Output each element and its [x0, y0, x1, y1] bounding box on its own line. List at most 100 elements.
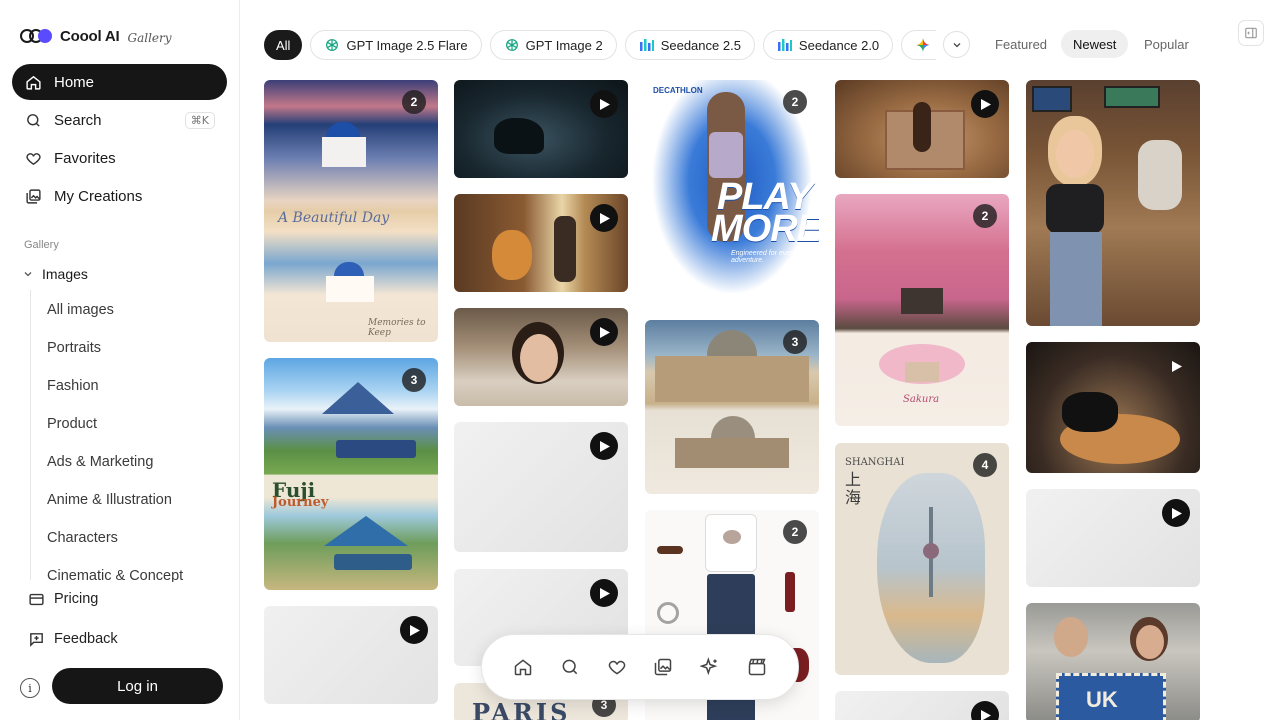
nav-favorites-label: Favorites [54, 149, 116, 167]
gallery-tile[interactable]: 3 [645, 320, 819, 494]
person-shape [913, 102, 931, 152]
brand-label: DECATHLON [653, 86, 703, 95]
sparkle-icon [699, 657, 718, 676]
gallery-tile[interactable] [1026, 80, 1200, 326]
gallery-tile-video[interactable] [835, 80, 1009, 178]
basilica-shape [675, 438, 789, 468]
chip-all[interactable]: All [264, 30, 303, 60]
chip-label: GPT Image 2.5 Flare [346, 37, 468, 53]
feedback-icon [28, 630, 46, 648]
gallery-tile[interactable]: Sakura 2 [835, 194, 1009, 426]
nav-search[interactable]: Search ⌘K [12, 102, 227, 138]
house-shape [322, 137, 366, 167]
app-name: Coool AI [60, 27, 120, 45]
login-button[interactable]: Log in [52, 668, 223, 704]
sunglasses-shape [657, 546, 683, 554]
gallery-tile-video-loading[interactable] [264, 606, 438, 704]
bars-icon [777, 37, 793, 53]
nav-search-label: Search [54, 111, 102, 129]
dock-home-button[interactable] [511, 655, 535, 679]
dock-create-video-button[interactable] [745, 655, 769, 679]
app-section: Gallery [127, 30, 172, 45]
gallery-tile-video[interactable] [454, 308, 628, 406]
more-models-button[interactable] [943, 31, 970, 58]
chip-seedance-25[interactable]: Seedance 2.5 [624, 30, 755, 60]
chip-gemini[interactable] [901, 30, 936, 60]
nav-pricing[interactable]: Pricing [28, 590, 98, 608]
subnav-item[interactable]: Ads & Marketing [47, 454, 153, 470]
print-shape [723, 530, 741, 544]
search-shortcut: ⌘K [184, 112, 215, 129]
tile-caption: Sakura [903, 394, 940, 405]
home-icon [24, 73, 42, 91]
gallery-tile-video[interactable] [1026, 342, 1200, 473]
gallery-icon [655, 658, 672, 676]
dock-favorites-button[interactable] [605, 655, 629, 679]
dock-search-button[interactable] [558, 655, 582, 679]
dock-creations-button[interactable] [651, 655, 675, 679]
gallery-tile[interactable]: UK [1026, 603, 1200, 720]
sort-popular[interactable]: Popular [1132, 30, 1201, 58]
chevron-down-icon [953, 42, 960, 47]
gallery-tile[interactable]: SHANGHAI 上海 4 [835, 443, 1009, 675]
chip-seedance-20[interactable]: Seedance 2.0 [762, 30, 894, 60]
gate-shape [905, 362, 939, 382]
sort-newest[interactable]: Newest [1061, 30, 1129, 58]
gallery-tile[interactable]: A Beautiful Day Memories to Keep 2 [264, 80, 438, 342]
dock-create-image-button[interactable] [698, 655, 722, 679]
creature-shape [494, 118, 544, 154]
gallery-tile[interactable]: Fuji Journey 3 [264, 358, 438, 590]
subnav-item[interactable]: Portraits [47, 340, 101, 356]
subnav-item[interactable]: Characters [47, 530, 118, 546]
gallery-section-label: Gallery [24, 239, 59, 251]
gallery-tile[interactable]: DECATHLON PLAY MORE. Engineered for ever… [645, 80, 819, 304]
nav-pricing-label: Pricing [54, 591, 99, 607]
play-icon [1162, 352, 1190, 380]
gemini-star-icon [915, 37, 931, 53]
openai-icon [504, 37, 520, 53]
bars-icon [639, 37, 655, 53]
gallery-tile-video-loading[interactable] [835, 691, 1009, 720]
nav-my-creations-label: My Creations [54, 187, 143, 205]
gallery-tile-video[interactable] [454, 80, 628, 178]
tile-title: UK [1086, 687, 1118, 712]
play-icon [590, 432, 618, 460]
image-count-badge: 2 [402, 90, 426, 114]
gallery-tile-video-loading[interactable] [454, 422, 628, 552]
tv-shape [1104, 86, 1160, 108]
info-icon[interactable]: i [20, 678, 40, 698]
gate-shape [901, 288, 943, 314]
subnav-item[interactable]: Product [47, 416, 97, 432]
subnav-item[interactable]: All images [47, 302, 114, 318]
top-shape [1046, 184, 1104, 234]
images-group-toggle[interactable]: Images [22, 266, 88, 282]
nav-my-creations[interactable]: My Creations [12, 178, 227, 214]
tower-sphere-shape [923, 543, 939, 559]
gallery-tile-video-loading[interactable] [1026, 489, 1200, 587]
nav-feedback-label: Feedback [54, 631, 118, 647]
nav-feedback[interactable]: Feedback [28, 630, 118, 648]
tile-title: PARIS [472, 698, 571, 720]
vest-shape [709, 132, 743, 178]
subnav-item[interactable]: Anime & Illustration [47, 492, 172, 508]
cat-shape [492, 230, 532, 280]
collapse-panel-button[interactable] [1238, 20, 1264, 46]
tv-shape [1032, 86, 1072, 112]
basilica-shape [655, 356, 809, 402]
play-icon [590, 318, 618, 346]
logo-mark-icon [20, 26, 54, 46]
search-icon [24, 111, 42, 129]
chip-gpt-image-25-flare[interactable]: GPT Image 2.5 Flare [310, 30, 482, 60]
chip-label: All [276, 37, 291, 53]
subnav-item[interactable]: Fashion [47, 378, 99, 394]
play-icon [400, 616, 428, 644]
nav-favorites[interactable]: Favorites [12, 140, 227, 176]
gallery-tile-video[interactable] [454, 194, 628, 292]
chevron-down-icon [22, 267, 36, 281]
image-count-badge: 2 [973, 204, 997, 228]
chip-gpt-image-2[interactable]: GPT Image 2 [489, 30, 617, 60]
sort-featured[interactable]: Featured [983, 30, 1059, 58]
nav-home[interactable]: Home [12, 64, 227, 100]
logo[interactable]: Coool AI Gallery [20, 26, 172, 46]
train-shape [334, 554, 412, 570]
